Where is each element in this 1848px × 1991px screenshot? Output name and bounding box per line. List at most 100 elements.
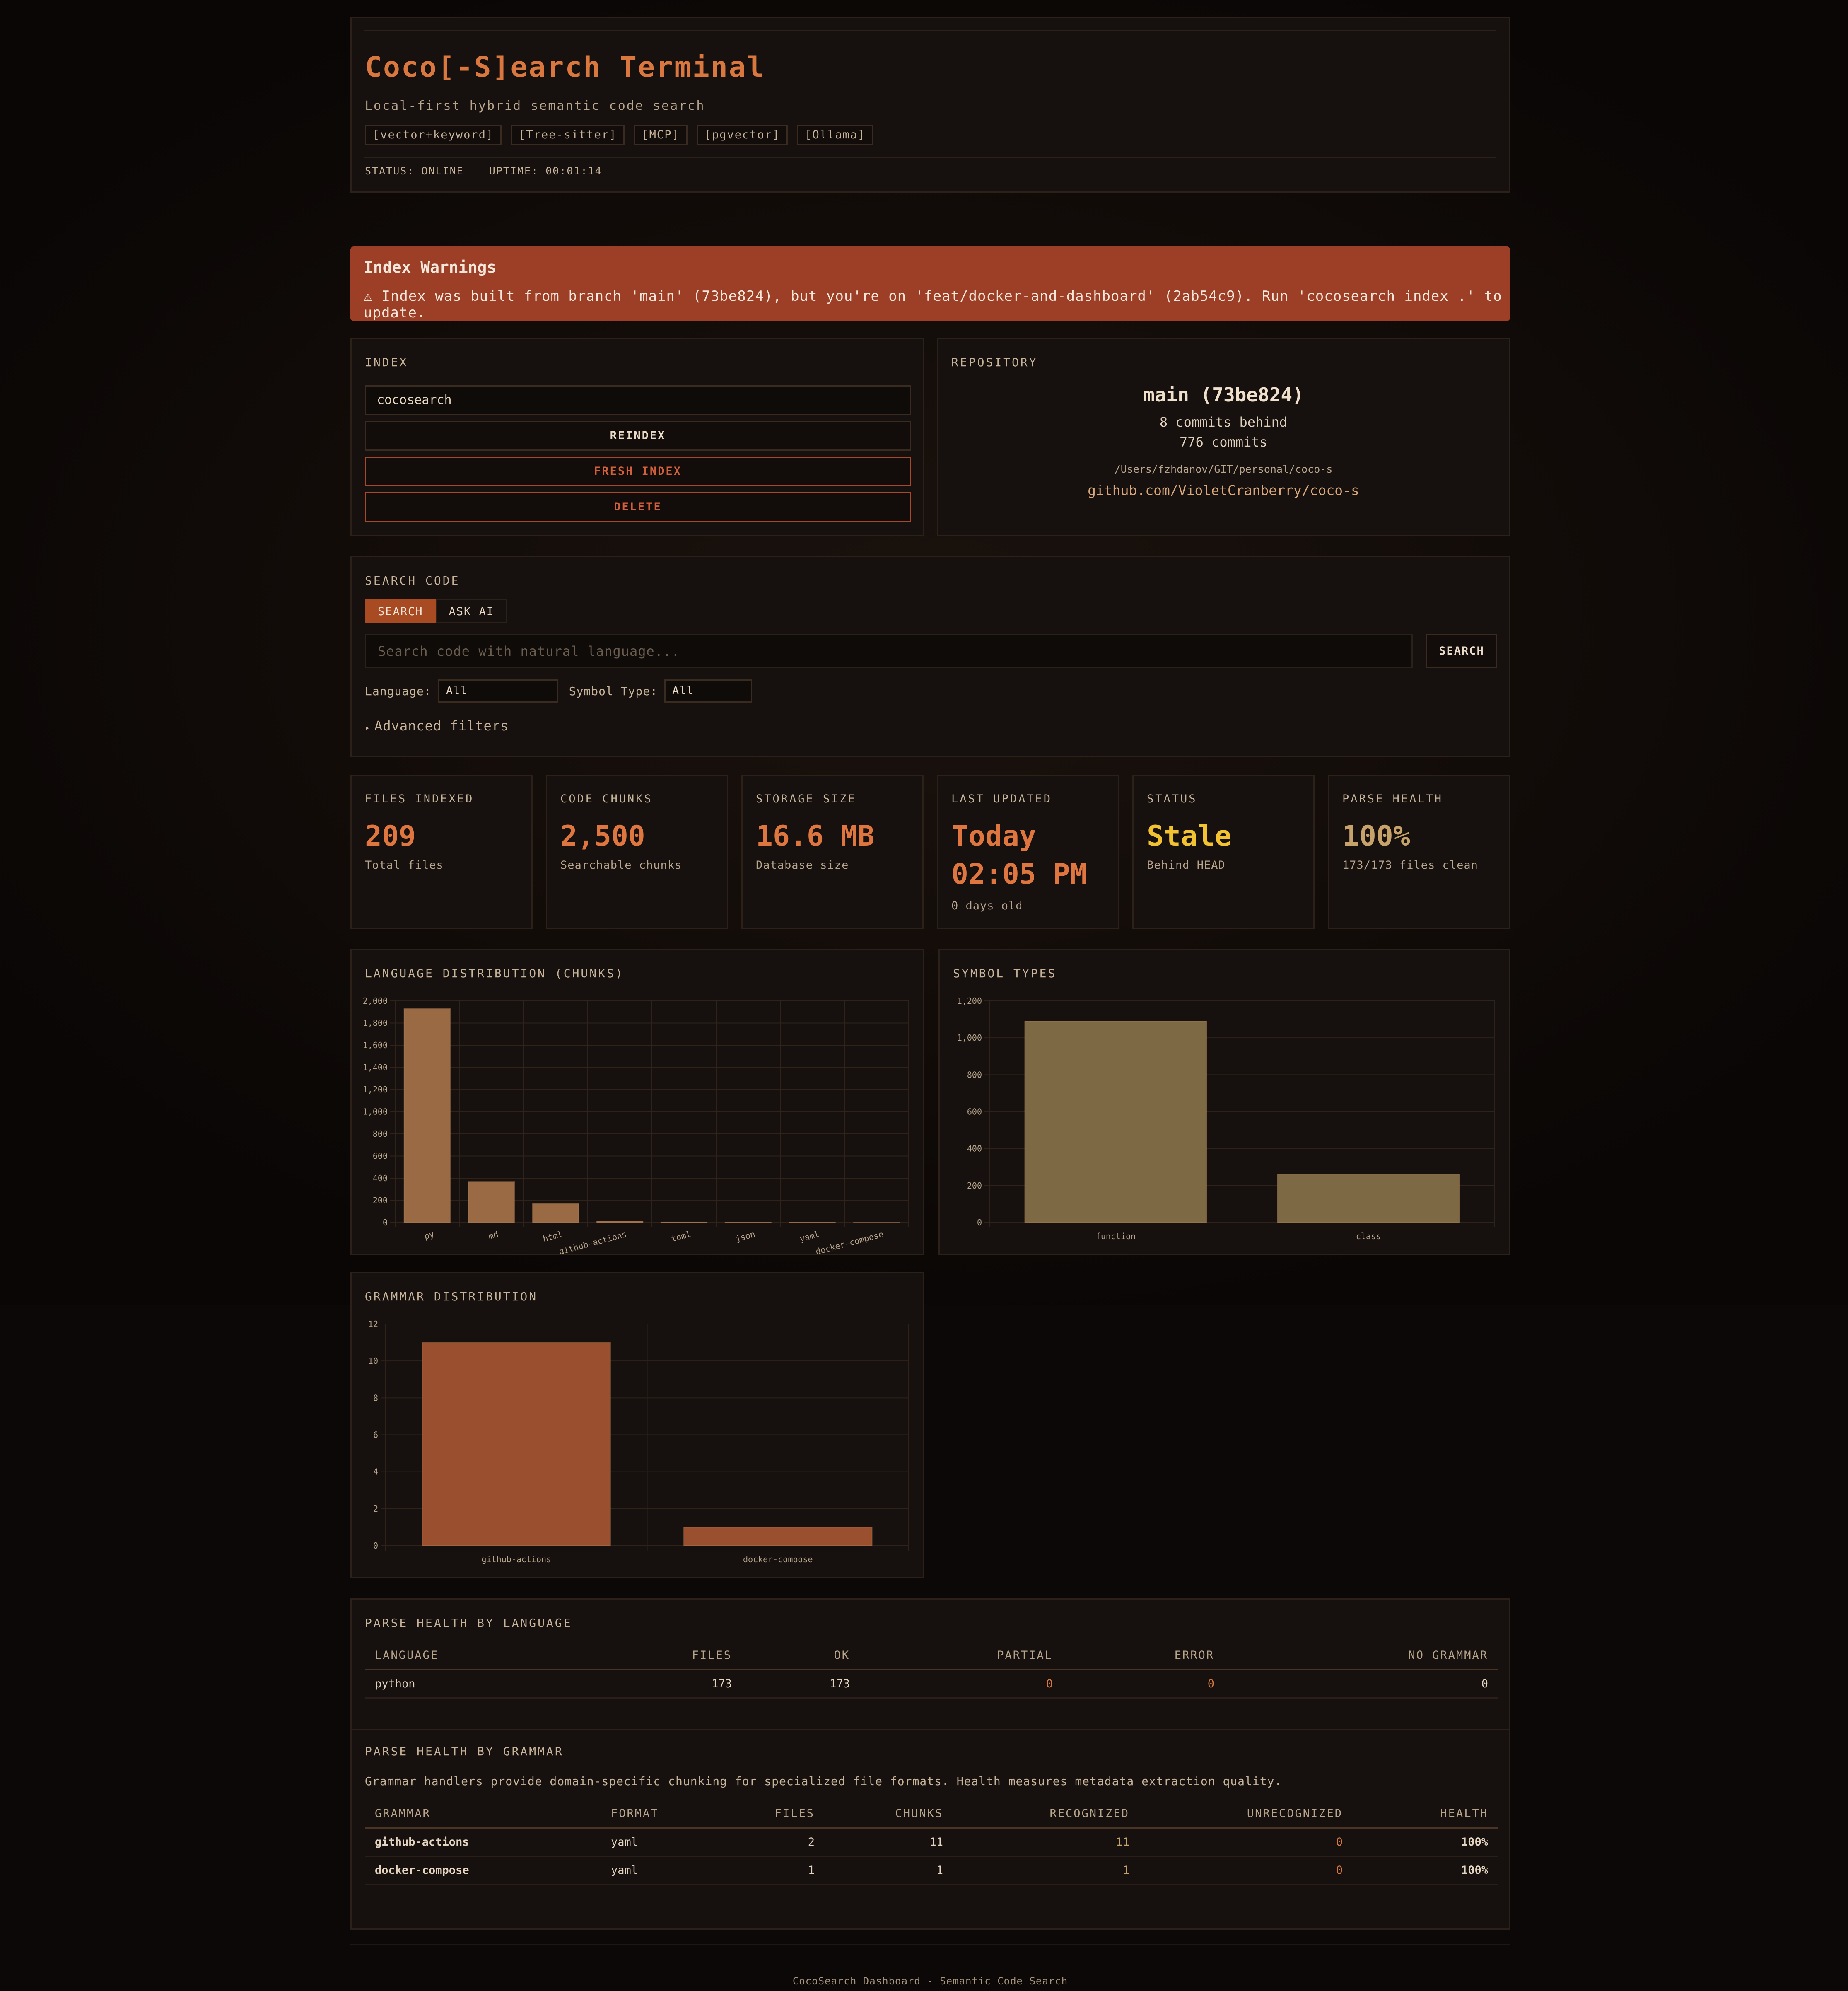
table-cell: 0: [1063, 1670, 1224, 1699]
y-tick-label: 1,600: [363, 1040, 388, 1050]
parse-health-language-table: LANGUAGE FILES OK PARTIAL ERROR NO GRAMM…: [365, 1641, 1498, 1699]
table-cell: 173: [630, 1670, 742, 1699]
x-tick-label: yaml: [799, 1229, 820, 1244]
language-select[interactable]: All: [438, 679, 558, 703]
y-tick-label: 1,000: [363, 1107, 388, 1117]
search-panel-title: SEARCH CODE: [365, 574, 460, 587]
stat-label: STORAGE SIZE: [756, 793, 857, 805]
table-cell: 2: [721, 1828, 825, 1857]
grammar-distribution-chart: GRAMMAR DISTRIBUTION 0 2 4 6 8 10 12 github-act…: [350, 1272, 924, 1578]
table-cell: python: [365, 1670, 630, 1699]
warning-icon: ⚠: [364, 288, 373, 304]
y-tick-label: 600: [373, 1151, 388, 1161]
y-tick-label: 800: [373, 1129, 388, 1139]
grammar-chart-svg: 0 2 4 6 8 10 12 github-actions docker-compose: [368, 1319, 909, 1564]
parse-health-language-title: PARSE HEALTH BY LANGUAGE: [365, 1616, 572, 1630]
stat-value-time: 02:05 PM: [951, 858, 1087, 891]
y-tick-label: 8: [373, 1393, 378, 1403]
repo-branch: main (73be824): [1143, 384, 1304, 406]
search-mode-tabs: SEARCH ASK AI: [365, 599, 507, 623]
table-row: github-actions yaml 2 11 11 0 100%: [365, 1828, 1498, 1857]
table-cell: 100%: [1353, 1856, 1498, 1885]
x-tick-label: toml: [670, 1229, 692, 1244]
tab-ask-ai[interactable]: ASK AI: [436, 599, 507, 623]
table-cell: 100%: [1353, 1828, 1498, 1857]
column-header: FILES: [630, 1641, 742, 1670]
footer-divider: [350, 1944, 1510, 1945]
advanced-filters-toggle[interactable]: ▸ Advanced filters: [365, 718, 509, 734]
table-header-row: LANGUAGE FILES OK PARTIAL ERROR NO GRAMM…: [365, 1641, 1498, 1670]
stat-last-updated: LAST UPDATED Today 02:05 PM 0 days old: [937, 775, 1119, 929]
reindex-button[interactable]: REINDEX: [365, 421, 911, 451]
table-cell: 0: [1139, 1856, 1353, 1885]
stat-parse-health: PARSE HEALTH 100% 173/173 files clean: [1328, 775, 1510, 929]
tab-search[interactable]: SEARCH: [365, 599, 436, 623]
y-tick-label: 0: [383, 1218, 388, 1227]
bar-html: [532, 1203, 579, 1223]
table-cell: 1: [953, 1856, 1139, 1885]
stat-storage-size: STORAGE SIZE 16.6 MB Database size: [741, 775, 924, 929]
parse-health-grammar-title: PARSE HEALTH BY GRAMMAR: [365, 1745, 564, 1758]
bar-github-actions: [422, 1342, 611, 1546]
y-tick-label: 1,400: [363, 1063, 388, 1073]
column-header: HEALTH: [1353, 1799, 1498, 1829]
x-tick-label: json: [734, 1229, 756, 1244]
stat-label: LAST UPDATED: [951, 793, 1052, 805]
status-text: STATUS: ONLINE: [365, 165, 464, 177]
repo-url-link[interactable]: github.com/VioletCranberry/coco-s: [938, 482, 1509, 498]
table-cell: 1: [825, 1856, 953, 1885]
repo-path: /Users/fzhdanov/GIT/personal/coco-s: [1114, 463, 1333, 475]
warning-message: Index was built from branch 'main' (73be…: [364, 288, 1502, 321]
table-cell: github-actions: [365, 1828, 601, 1857]
parse-health-grammar-table: GRAMMAR FORMAT FILES CHUNKS RECOGNIZED U…: [365, 1799, 1498, 1885]
table-cell: 11: [953, 1828, 1139, 1857]
column-header: NO GRAMMAR: [1224, 1641, 1498, 1670]
parse-health-grammar-description: Grammar handlers provide domain-specific…: [365, 1774, 1282, 1788]
app-title: Coco[-S]earch Terminal: [365, 51, 765, 84]
search-button[interactable]: SEARCH: [1426, 634, 1497, 668]
parse-health-panel: PARSE HEALTH BY LANGUAGE LANGUAGE FILES …: [350, 1598, 1510, 1930]
symbol-type-select[interactable]: All: [664, 679, 753, 703]
bar-class: [1277, 1174, 1460, 1223]
x-tick-label: docker-compose: [743, 1554, 813, 1564]
table-cell: 0: [1139, 1828, 1353, 1857]
x-tick-label: docker-compose: [815, 1229, 885, 1254]
tag: [pgvector]: [696, 125, 788, 145]
y-tick-label: 200: [967, 1181, 982, 1191]
x-tick-label: function: [1096, 1231, 1136, 1241]
index-panel: INDEX cocosearch REINDEX FRESH INDEX DEL…: [350, 338, 924, 536]
stat-sub: Database size: [756, 859, 849, 872]
y-tick-label: 12: [368, 1319, 378, 1329]
column-header: ERROR: [1063, 1641, 1224, 1670]
column-header: FORMAT: [601, 1799, 721, 1829]
table-cell: 0: [1224, 1670, 1498, 1699]
table-cell: 11: [825, 1828, 953, 1857]
y-tick-label: 200: [373, 1196, 388, 1206]
table-cell: 1: [721, 1856, 825, 1885]
table-cell: docker-compose: [365, 1856, 601, 1885]
stat-value: 16.6 MB: [756, 820, 875, 853]
stat-sub: Behind HEAD: [1147, 859, 1226, 872]
search-panel: SEARCH CODE SEARCH ASK AI Search code wi…: [350, 556, 1510, 757]
search-input[interactable]: Search code with natural language...: [365, 634, 1413, 668]
symbol-types-chart: SYMBOL TYPES 0 200 400 600 800 1,000 1,200 func…: [938, 949, 1510, 1255]
stat-value: Stale: [1147, 820, 1232, 853]
bar-github-actions: [596, 1221, 644, 1223]
repo-commits-behind: 8 commits behind: [1159, 414, 1288, 430]
column-header: CHUNKS: [825, 1799, 953, 1829]
stat-value: 100%: [1342, 820, 1410, 853]
stat-value: 2,500: [560, 820, 645, 853]
fresh-index-button[interactable]: FRESH INDEX: [365, 457, 911, 486]
stat-sub: Searchable chunks: [560, 859, 682, 872]
index-select[interactable]: cocosearch: [365, 385, 911, 415]
delete-index-button[interactable]: DELETE: [365, 492, 911, 522]
repository-panel: REPOSITORY main (73be824) 8 commits behi…: [937, 338, 1510, 536]
header-divider: [364, 157, 1496, 158]
language-chart-svg: 0 200 400 600 800 1,000 1,200 1,400 1,600 1,800 2,…: [363, 996, 909, 1254]
header-divider: [364, 30, 1496, 31]
symbol-chart-svg: 0 200 400 600 800 1,000 1,200 function class: [957, 996, 1495, 1241]
stat-sub: 173/173 files clean: [1342, 859, 1478, 872]
warning-title: Index Warnings: [364, 258, 497, 276]
table-row: python 173 173 0 0 0: [365, 1670, 1498, 1699]
tag: [vector+keyword]: [365, 125, 502, 145]
